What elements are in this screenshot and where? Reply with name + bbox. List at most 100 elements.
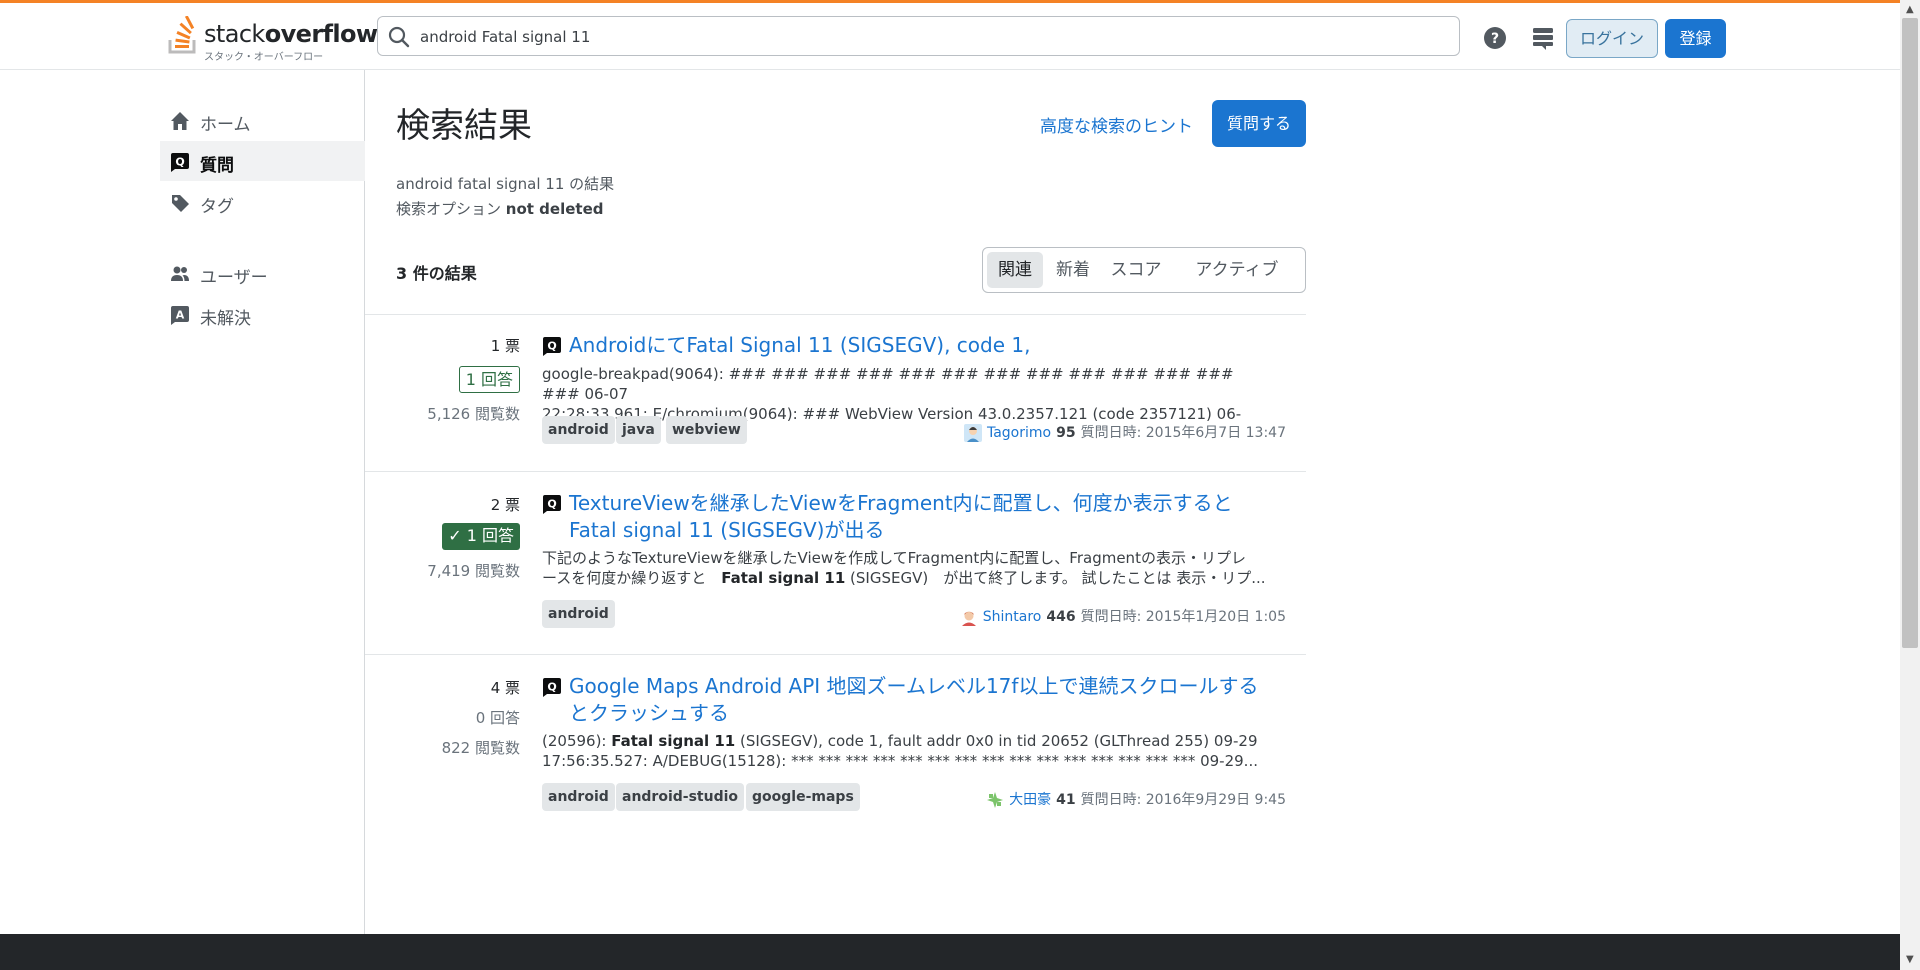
question-summary: 1 票 1 回答 5,126 閲覧数 Q AndroidにてFatal Sign… xyxy=(365,315,1306,472)
filter-score[interactable]: スコア xyxy=(1103,252,1169,288)
question-title-link[interactable]: Google Maps Android API 地図ズームレベル17f以上で連続… xyxy=(569,673,1269,727)
answer-count-text: 1 回答 xyxy=(466,526,514,545)
stackoverflow-logo[interactable]: stackoverflow スタック・オーバーフロー xyxy=(168,14,378,63)
question-icon: Q xyxy=(543,337,561,356)
question-excerpt: (20596): Fatal signal 11 (SIGSEGV), code… xyxy=(542,731,1272,771)
question-icon: Q xyxy=(543,678,561,697)
sidebar-item-label: 質問 xyxy=(200,156,234,176)
filter-active[interactable]: アクティブ xyxy=(1175,252,1299,288)
help-icon[interactable]: ? xyxy=(1482,25,1508,51)
unanswered-icon: A xyxy=(171,306,189,325)
result-count: 3 件の結果 xyxy=(396,264,477,283)
sidebar-item-tags[interactable]: タグ xyxy=(160,182,365,222)
tag-icon xyxy=(172,195,189,212)
user-avatar[interactable] xyxy=(963,424,982,442)
filter-relevance[interactable]: 関連 xyxy=(987,252,1043,288)
excerpt-line: 17:56:35.527: A/DEBUG(15128): *** *** **… xyxy=(542,752,1258,770)
search-icon xyxy=(388,26,410,48)
question-icon: Q xyxy=(543,495,561,514)
asked-timestamp: 質問日時: 2015年6月7日 13:47 xyxy=(1080,425,1286,441)
sidebar-item-label: ユーザー xyxy=(200,268,268,288)
sidebar-item-label: ホーム xyxy=(200,115,251,135)
asked-timestamp: 質問日時: 2015年1月20日 1:05 xyxy=(1080,609,1286,625)
stackoverflow-logo-icon xyxy=(168,16,196,54)
site-footer xyxy=(0,934,1900,970)
answer-count-badge: 1 回答 xyxy=(458,366,520,393)
svg-text:Q: Q xyxy=(547,340,556,353)
user-reputation: 95 xyxy=(1056,425,1076,441)
tag-android[interactable]: android xyxy=(542,416,615,444)
user-name-link[interactable]: 大田豪 xyxy=(1009,792,1051,808)
user-avatar[interactable] xyxy=(986,791,1005,809)
search-box[interactable] xyxy=(377,16,1460,56)
tag-android-studio[interactable]: android-studio xyxy=(616,783,745,811)
tag-java[interactable]: java xyxy=(616,416,661,444)
asked-timestamp: 質問日時: 2016年9月29日 9:45 xyxy=(1080,792,1286,808)
home-icon xyxy=(171,112,189,130)
users-icon xyxy=(171,266,189,281)
question-title-link[interactable]: TextureViewを継承したViewをFragment内に配置し、何度か表示… xyxy=(569,490,1269,544)
user-reputation: 446 xyxy=(1046,609,1076,625)
question-user-card: Shintaro 446 質問日時: 2015年1月20日 1:05 xyxy=(959,606,1286,626)
vote-count: 4 票 xyxy=(490,679,520,697)
user-name-link[interactable]: Tagorimo xyxy=(987,425,1051,441)
logo-subtitle: スタック・オーバーフロー xyxy=(204,52,324,63)
vote-count: 2 票 xyxy=(490,496,520,514)
excerpt-line: ースを何度か繰り返すと Fatal signal 11 (SIGSEGV) が出… xyxy=(542,569,1266,587)
scroll-up-arrow-icon[interactable]: ▲ xyxy=(1906,4,1914,15)
tag-android[interactable]: android xyxy=(542,783,615,811)
results-for-text: android fatal signal 11 の結果 xyxy=(396,175,615,193)
login-button[interactable]: ログイン xyxy=(1566,19,1658,58)
question-summary: 4 票 0 回答 822 閲覧数 Q Google Maps Android A… xyxy=(365,655,1306,837)
answer-count-badge: ✓ 1 回答 xyxy=(442,523,520,550)
tag-webview[interactable]: webview xyxy=(666,416,747,444)
top-bar: stackoverflow スタック・オーバーフロー ? ログイン 登録 xyxy=(0,0,1900,70)
advanced-search-link[interactable]: 高度な検索のヒント xyxy=(1040,112,1193,137)
results-list: 1 票 1 回答 5,126 閲覧数 Q AndroidにてFatal Sign… xyxy=(365,314,1306,837)
user-reputation: 41 xyxy=(1056,792,1076,808)
sidebar-item-home[interactable]: ホーム xyxy=(160,100,365,140)
question-summary: 2 票 ✓ 1 回答 7,419 閲覧数 Q TextureViewを継承したV… xyxy=(365,472,1306,655)
view-count: 5,126 閲覧数 xyxy=(427,405,520,423)
svg-text:Q: Q xyxy=(547,681,556,694)
answer-count: 0 回答 xyxy=(475,709,520,727)
view-count: 822 閲覧数 xyxy=(441,739,520,757)
question-title-link[interactable]: AndroidにてFatal Signal 11 (SIGSEGV), code… xyxy=(569,332,1269,359)
user-name-link[interactable]: Shintaro xyxy=(983,609,1042,625)
tag-android[interactable]: android xyxy=(542,600,615,628)
sidebar-item-users[interactable]: ユーザー xyxy=(160,253,365,293)
vote-count: 1 票 xyxy=(490,337,520,355)
filter-newest[interactable]: 新着 xyxy=(1049,252,1097,288)
excerpt-line: google-breakpad(9064): ### ### ### ### #… xyxy=(542,365,1234,403)
excerpt-line: (20596): Fatal signal 11 (SIGSEGV), code… xyxy=(542,732,1258,750)
left-sidebar: ホーム Q 質問 タグ ユーザー A 未解決 xyxy=(0,70,365,934)
user-avatar[interactable] xyxy=(959,608,978,626)
signup-button[interactable]: 登録 xyxy=(1665,19,1726,58)
page-title: 検索結果 xyxy=(396,106,532,146)
sort-filter-group: 関連 新着 スコア アクティブ xyxy=(982,247,1306,293)
svg-text:?: ? xyxy=(1491,31,1499,47)
sidebar-item-label: タグ xyxy=(200,197,234,217)
search-options-label: 検索オプション xyxy=(396,200,502,218)
stack-exchange-icon[interactable] xyxy=(1530,25,1556,51)
scroll-down-arrow-icon[interactable]: ▼ xyxy=(1906,954,1914,965)
logo-wordmark: stackoverflow xyxy=(204,20,378,48)
question-user-card: Tagorimo 95 質問日時: 2015年6月7日 13:47 xyxy=(963,422,1286,442)
search-input[interactable] xyxy=(418,23,1442,51)
svg-text:Q: Q xyxy=(547,498,556,511)
scrollbar-thumb[interactable] xyxy=(1902,18,1918,648)
ask-question-button[interactable]: 質問する xyxy=(1212,100,1306,147)
sidebar-item-questions[interactable]: Q 質問 xyxy=(160,141,365,181)
svg-text:Q: Q xyxy=(175,156,184,169)
questions-icon: Q xyxy=(171,153,189,172)
search-options: 検索オプション not deleted xyxy=(396,198,603,219)
check-icon: ✓ xyxy=(448,526,467,545)
search-options-value: not deleted xyxy=(505,200,604,218)
question-excerpt: 下記のようなTextureViewを継承したViewを作成してFragment内… xyxy=(542,548,1272,588)
sidebar-item-unanswered[interactable]: A 未解決 xyxy=(160,294,365,334)
tag-google-maps[interactable]: google-maps xyxy=(746,783,860,811)
question-user-card: 大田豪 41 質問日時: 2016年9月29日 9:45 xyxy=(986,789,1286,809)
sidebar-item-label: 未解決 xyxy=(200,309,251,329)
excerpt-line: 下記のようなTextureViewを継承したViewを作成してFragment内… xyxy=(542,549,1246,567)
view-count: 7,419 閲覧数 xyxy=(427,562,520,580)
